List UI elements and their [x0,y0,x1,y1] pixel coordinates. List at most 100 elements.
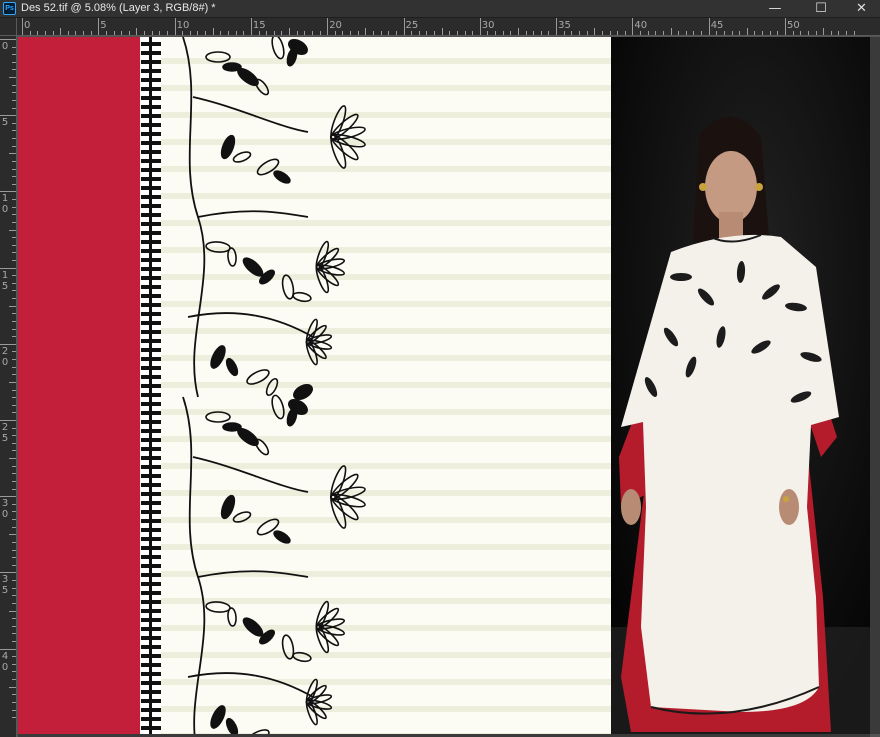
ruler-tick [12,206,16,208]
ruler-tick [9,77,16,79]
ruler-label-h: 0 [24,20,31,31]
ruler-tick [12,328,16,330]
ruler-tick [701,31,703,35]
ruler-tick [731,31,733,35]
print-leaf [670,273,692,281]
ruler-tick [304,31,306,35]
ruler-tick [128,31,130,35]
ruler-tick [357,31,359,35]
ruler-tick [12,237,16,239]
vertical-scrollbar[interactable] [870,37,880,734]
ruler-tick [487,31,489,35]
ruler-tick [12,640,16,642]
ruler-tick [197,31,199,35]
ruler-tick [159,31,161,35]
red-panel [18,37,140,734]
ruler-tick [586,31,588,35]
ruler-label-h: 20 [329,20,342,31]
ruler-label-v: 30 [1,498,9,521]
ruler-tick [533,31,535,35]
ruler-label-v: 0 [1,41,9,52]
ruler-tick [785,18,786,35]
ruler-tick [273,31,275,35]
ruler-tick [556,18,558,35]
model-illustration [611,37,870,734]
ruler-tick [9,458,16,460]
floral-motif [182,37,366,401]
ruler-tick [632,18,634,35]
ruler-tick [609,31,611,35]
ruler-tick [12,549,16,551]
ruler-tick [647,31,649,35]
document-tab-title[interactable]: Des 52.tif @ 5.08% (Layer 3, RGB/8#) * [21,1,216,16]
ruler-tick [90,31,92,35]
ruler-tick [60,28,62,35]
ruler-tick [12,450,16,452]
minimize-button[interactable]: — [752,0,798,18]
ruler-tick [723,31,725,35]
ruler-tick [12,336,16,338]
ruler-tick [624,31,626,35]
ruler-label-v: 25 [1,422,9,444]
ruler-tick [846,31,848,35]
ruler-tick [12,404,16,406]
ruler-tick [12,602,16,604]
ruler-tick [12,465,16,467]
document-title-bar[interactable]: Ps Des 52.tif @ 5.08% (Layer 3, RGB/8#) … [0,0,880,18]
ruler-tick [426,31,428,35]
ruler-tick [12,244,16,246]
document-canvas[interactable] [18,37,870,734]
ruler-tick [12,145,16,147]
ruler-tick [334,31,336,35]
ruler-tick [479,18,481,35]
ruler-tick [12,435,16,437]
ruler-tick [853,31,855,35]
ruler-tick [12,313,16,315]
ruler-tick [12,92,16,94]
ruler-tick [22,18,23,35]
ruler-tick [350,31,352,35]
ruler-label-h: 45 [710,20,724,31]
ruler-tick [12,656,16,658]
ruler-tick [12,282,16,284]
ruler-tick [739,31,741,35]
ruler-label-v: 40 [1,650,9,673]
ruler-tick [601,31,603,35]
ruler-tick [12,595,16,597]
ruler-tick [212,28,214,35]
ruler-tick [12,625,16,627]
close-button[interactable]: ✕ [843,0,880,18]
ruler-tick [281,31,283,35]
ruler-tick [113,31,115,35]
ruler-tick [12,168,16,170]
ruler-tick [44,31,46,35]
ruler-tick [311,31,313,35]
ruler-tick [777,31,779,35]
ruler-tick [716,31,718,35]
maximize-button[interactable]: ☐ [798,0,844,18]
ruler-tick [52,31,54,35]
ruler-tick [563,31,565,35]
ruler-origin-corner[interactable] [0,18,17,36]
ruler-tick [525,31,527,35]
ruler-label-v: 10 [1,193,9,216]
ruler-tick [166,31,168,35]
ruler-tick [762,31,764,35]
horizontal-ruler[interactable]: 0 5 10 15 20 25 30 35 40 45 50 [17,18,880,36]
vertical-ruler[interactable]: 0 5 10 15 20 25 30 35 40 [0,36,17,737]
ruler-label-v: 35 [1,574,9,597]
ruler-tick [372,31,374,35]
ruler-tick [0,572,16,574]
ruler-tick [746,28,748,35]
ruler-tick [205,31,207,35]
ruler-tick [0,496,16,498]
ruler-tick [754,31,756,35]
ruler-tick [12,99,16,101]
ruler-tick [403,18,405,35]
floral-motif [182,394,366,734]
ruler-tick [807,31,809,35]
ruler-tick [12,633,16,635]
ruler-tick [12,671,16,673]
ruler-tick [12,473,16,475]
ruler-tick [395,31,397,35]
